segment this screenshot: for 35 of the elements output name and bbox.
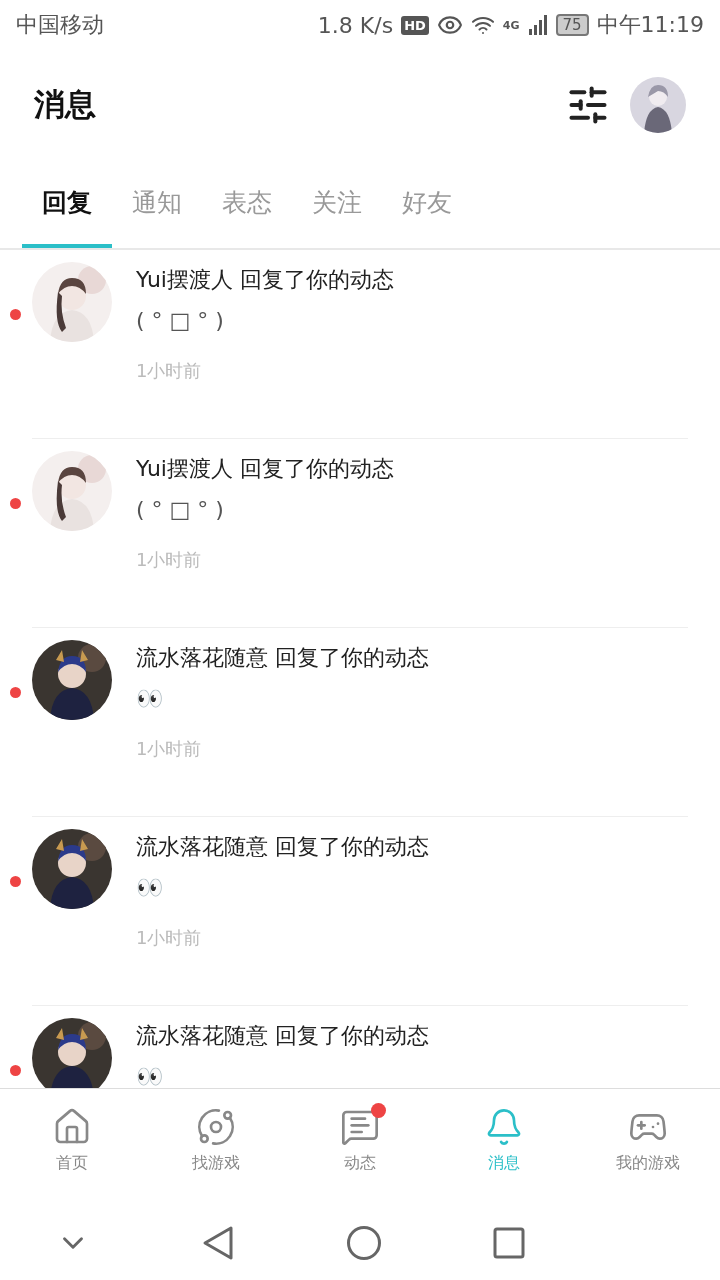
nav-item[interactable]: 动态 — [288, 1089, 432, 1205]
planet-icon — [196, 1107, 236, 1147]
home-button[interactable] — [345, 1224, 382, 1261]
message-time: 1小时前 — [136, 926, 203, 950]
message-title: 流水落花随意 回复了你的动态 — [136, 833, 430, 861]
nav-item[interactable]: 我的游戏 — [576, 1089, 720, 1205]
network-speed: 1.8 K/s — [317, 12, 394, 38]
nav-item[interactable]: 找游戏 — [144, 1089, 288, 1205]
message-title: Yui摆渡人 回复了你的动态 — [136, 455, 395, 483]
tab[interactable]: 关注 — [292, 160, 382, 248]
message-content: ( ° □ ° ) — [136, 496, 225, 524]
message-content: 👀 — [136, 874, 164, 902]
message-content: 👀 — [136, 1063, 164, 1088]
message-content: ( ° □ ° ) — [136, 307, 225, 335]
message-time: 1小时前 — [136, 359, 203, 383]
message-content: 👀 — [136, 685, 164, 713]
tab[interactable]: 表态 — [202, 160, 292, 248]
message-time: 1小时前 — [136, 737, 203, 761]
battery-level: 75 — [555, 14, 589, 36]
tab[interactable]: 好友 — [382, 160, 472, 248]
hd-badge: HD — [401, 15, 429, 35]
message-title: Yui摆渡人 回复了你的动态 — [136, 266, 395, 294]
nav-item[interactable]: 消息 — [432, 1089, 576, 1205]
message-title: 流水落花随意 回复了你的动态 — [136, 1022, 430, 1050]
message-title: 流水落花随意 回复了你的动态 — [136, 644, 430, 672]
carrier-name: 中国移动 — [16, 11, 104, 39]
tab[interactable]: 回复 — [22, 160, 112, 248]
page-title: 消息 — [34, 85, 97, 124]
tab[interactable]: 通知 — [112, 160, 202, 248]
nav-item[interactable]: 首页 — [0, 1089, 144, 1205]
message-time: 1小时前 — [136, 548, 203, 572]
network-type: 4G — [502, 18, 520, 32]
clock: 中午11:19 — [596, 11, 704, 39]
recents-button[interactable] — [492, 1226, 525, 1259]
signal-icon — [527, 15, 548, 35]
